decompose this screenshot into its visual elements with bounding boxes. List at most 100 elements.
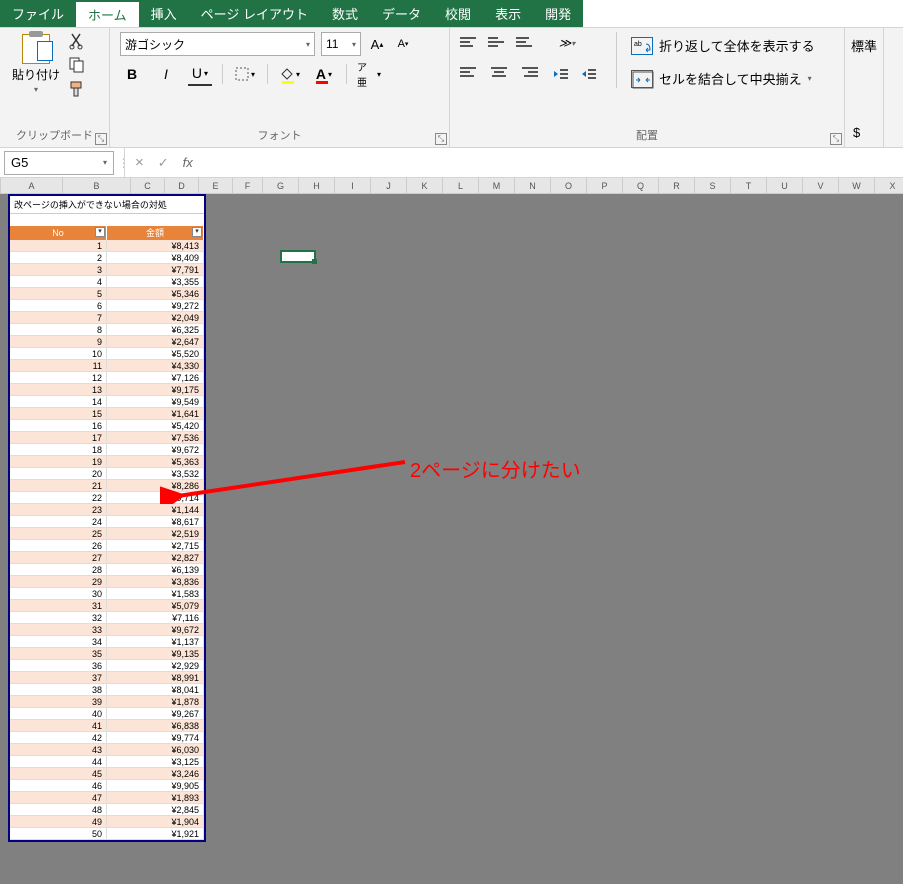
cell-amount[interactable]: ¥9,272 <box>107 300 204 311</box>
cell-amount[interactable]: ¥9,774 <box>107 732 204 743</box>
table-row[interactable]: 37¥8,991 <box>10 672 204 684</box>
table-header-amount[interactable]: 金額▾ <box>107 226 204 240</box>
cell-amount[interactable]: ¥2,929 <box>107 660 204 671</box>
format-painter-button[interactable] <box>68 80 86 98</box>
wrap-text-button[interactable]: ab 折り返して全体を表示する <box>631 36 815 55</box>
column-header[interactable]: Q <box>623 178 659 193</box>
cell-no[interactable]: 36 <box>10 660 107 671</box>
sheet-title-cell[interactable]: 改ページの挿入ができない場合の対処 <box>10 196 204 214</box>
cell-amount[interactable]: ¥8,617 <box>107 516 204 527</box>
table-row[interactable]: 1¥8,413 <box>10 240 204 252</box>
cell-amount[interactable]: ¥1,144 <box>107 504 204 515</box>
cell-no[interactable]: 12 <box>10 372 107 383</box>
cell-amount[interactable]: ¥2,715 <box>107 540 204 551</box>
cell-amount[interactable]: ¥2,049 <box>107 312 204 323</box>
column-header[interactable]: G <box>263 178 299 193</box>
cell-no[interactable]: 18 <box>10 444 107 455</box>
cell-no[interactable]: 41 <box>10 720 107 731</box>
fx-button[interactable]: fx <box>183 155 193 170</box>
table-row[interactable]: 3¥7,791 <box>10 264 204 276</box>
cell-no[interactable]: 23 <box>10 504 107 515</box>
table-row[interactable]: 2¥8,409 <box>10 252 204 264</box>
column-header[interactable]: W <box>839 178 875 193</box>
cell-amount[interactable]: ¥2,827 <box>107 552 204 563</box>
table-row[interactable]: 16¥5,420 <box>10 420 204 432</box>
table-row[interactable]: 10¥5,520 <box>10 348 204 360</box>
tab-file[interactable]: ファイル <box>0 0 76 27</box>
cell-amount[interactable]: ¥6,838 <box>107 720 204 731</box>
name-box[interactable]: G5 ▾ <box>4 151 114 175</box>
table-row[interactable]: 11¥4,330 <box>10 360 204 372</box>
cell-amount[interactable]: ¥8,991 <box>107 672 204 683</box>
cell-no[interactable]: 30 <box>10 588 107 599</box>
cell-no[interactable]: 16 <box>10 420 107 431</box>
column-header[interactable]: D <box>165 178 199 193</box>
cell-amount[interactable]: ¥5,346 <box>107 288 204 299</box>
cell-amount[interactable]: ¥1,893 <box>107 792 204 803</box>
cell-no[interactable]: 28 <box>10 564 107 575</box>
column-header[interactable]: S <box>695 178 731 193</box>
number-format-select[interactable]: 標準 <box>851 32 877 55</box>
table-row[interactable]: 8¥6,325 <box>10 324 204 336</box>
cell-amount[interactable]: ¥9,267 <box>107 708 204 719</box>
cell-no[interactable]: 14 <box>10 396 107 407</box>
cell-amount[interactable]: ¥3,836 <box>107 576 204 587</box>
column-header[interactable]: E <box>199 178 233 193</box>
table-row[interactable]: 28¥6,139 <box>10 564 204 576</box>
cell-no[interactable]: 25 <box>10 528 107 539</box>
cell-amount[interactable]: ¥4,330 <box>107 360 204 371</box>
tab-data[interactable]: データ <box>370 0 433 27</box>
column-header[interactable]: K <box>407 178 443 193</box>
cell-amount[interactable]: ¥6,030 <box>107 744 204 755</box>
cell-no[interactable]: 6 <box>10 300 107 311</box>
table-row[interactable]: 30¥1,583 <box>10 588 204 600</box>
table-row[interactable]: 43¥6,030 <box>10 744 204 756</box>
paste-button[interactable]: 貼り付け ▾ <box>10 32 62 96</box>
table-row[interactable]: 45¥3,246 <box>10 768 204 780</box>
column-header[interactable]: B <box>63 178 131 193</box>
table-row[interactable]: 42¥9,774 <box>10 732 204 744</box>
column-header[interactable]: N <box>515 178 551 193</box>
tab-insert[interactable]: 挿入 <box>139 0 189 27</box>
cell-no[interactable]: 3 <box>10 264 107 275</box>
increase-indent-button[interactable] <box>580 64 602 84</box>
cut-button[interactable] <box>68 32 86 50</box>
underline-button[interactable]: U▾ <box>188 62 212 86</box>
column-header[interactable]: F <box>233 178 263 193</box>
tab-home[interactable]: ホーム <box>76 0 139 27</box>
table-row[interactable]: 9¥2,647 <box>10 336 204 348</box>
table-row[interactable]: 40¥9,267 <box>10 708 204 720</box>
table-row[interactable]: 44¥3,125 <box>10 756 204 768</box>
cell-amount[interactable]: ¥3,125 <box>107 756 204 767</box>
cell-no[interactable]: 47 <box>10 792 107 803</box>
cell-no[interactable]: 31 <box>10 600 107 611</box>
cell-no[interactable]: 49 <box>10 816 107 827</box>
cell-amount[interactable]: ¥8,413 <box>107 240 204 251</box>
table-row[interactable]: 31¥5,079 <box>10 600 204 612</box>
tab-review[interactable]: 校閲 <box>433 0 483 27</box>
table-row[interactable]: 49¥1,904 <box>10 816 204 828</box>
decrease-indent-button[interactable] <box>552 64 574 84</box>
cell-amount[interactable]: ¥6,325 <box>107 324 204 335</box>
column-header[interactable]: A <box>1 178 63 193</box>
cell-no[interactable]: 1 <box>10 240 107 251</box>
font-name-select[interactable]: 游ゴシック ▾ <box>120 32 315 56</box>
tab-view[interactable]: 表示 <box>483 0 533 27</box>
cell-amount[interactable]: ¥1,921 <box>107 828 204 839</box>
clipboard-dialog-launcher[interactable]: ⤡ <box>95 133 107 145</box>
tab-developer[interactable]: 開発 <box>533 0 583 27</box>
font-size-select[interactable]: 11 ▾ <box>321 32 361 56</box>
tab-formulas[interactable]: 数式 <box>320 0 370 27</box>
cell-amount[interactable]: ¥7,116 <box>107 612 204 623</box>
copy-button[interactable] <box>68 56 86 74</box>
column-header[interactable]: X <box>875 178 903 193</box>
column-header[interactable]: C <box>131 178 165 193</box>
cell-no[interactable]: 26 <box>10 540 107 551</box>
column-header[interactable]: I <box>335 178 371 193</box>
cell-no[interactable]: 20 <box>10 468 107 479</box>
cell-amount[interactable]: ¥9,549 <box>107 396 204 407</box>
fill-color-button[interactable]: ▾ <box>278 62 302 86</box>
cell-no[interactable]: 21 <box>10 480 107 491</box>
italic-button[interactable]: I <box>154 62 178 86</box>
cell-amount[interactable]: ¥5,420 <box>107 420 204 431</box>
